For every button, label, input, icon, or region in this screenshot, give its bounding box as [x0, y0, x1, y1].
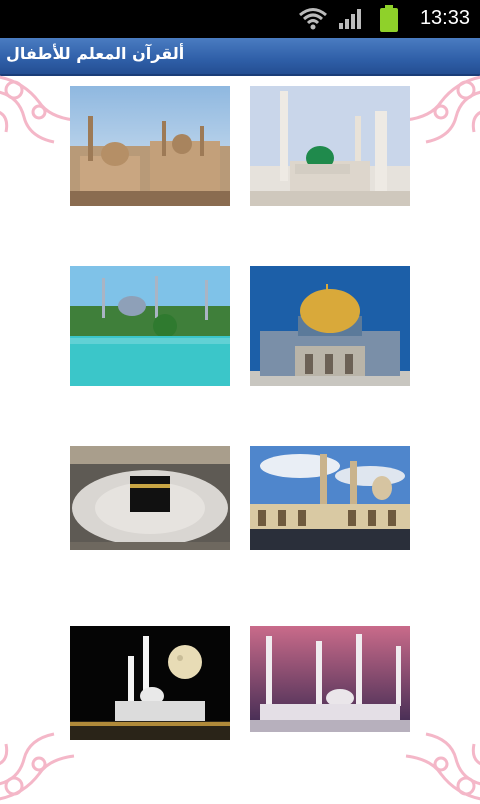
gallery-item-dome-of-the-rock[interactable] [250, 266, 410, 386]
gallery-item-kaaba-mecca[interactable] [70, 446, 230, 550]
app-title-bar: ألقرآن المعلم للأطفال [0, 38, 480, 76]
status-bar: 13:33 [0, 0, 480, 38]
courtyard-mosque-image [250, 446, 410, 550]
green-dome-mosque-image [250, 86, 410, 206]
corner-ornament-icon [405, 732, 480, 801]
kaaba-image [70, 446, 230, 550]
blue-mosque-image [70, 266, 230, 386]
dusk-mosque-image [250, 626, 410, 732]
gallery-item-mosque-at-dusk[interactable] [250, 626, 410, 732]
app-title: ألقرآن المعلم للأطفال [6, 44, 185, 63]
gallery-item-mosque-at-night-moon[interactable] [70, 626, 230, 740]
battery-icon [380, 5, 398, 32]
golden-dome-image [250, 266, 410, 386]
signal-icon [339, 9, 361, 29]
gallery-item-al-azhar-mosque[interactable] [250, 446, 410, 550]
gallery-item-blue-mosque-istanbul[interactable] [70, 266, 230, 386]
clock: 13:33 [419, 7, 470, 29]
night-moon-mosque-image [70, 626, 230, 740]
gallery-item-cairo-citadel-mosques[interactable] [70, 86, 230, 206]
mosque-skyline-image [70, 86, 230, 206]
wifi-icon [299, 8, 327, 30]
gallery-item-prophets-mosque-medina[interactable] [250, 86, 410, 206]
